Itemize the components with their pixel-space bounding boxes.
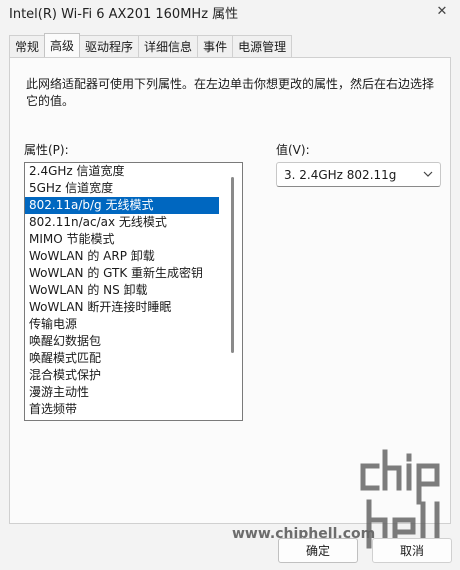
listbox-scrollbar[interactable] [231, 177, 234, 353]
chevron-down-icon [423, 171, 433, 177]
property-list-item[interactable]: WoWLAN 断开连接时睡眠 [25, 299, 219, 316]
property-list-item[interactable]: WoWLAN 的 GTK 重新生成密钥 [25, 265, 219, 282]
property-list-item[interactable]: 唤醒模式匹配 [25, 350, 219, 367]
description-text: 此网络适配器可使用下列属性。在左边单击你想更改的属性，然后在右边选择它的值。 [26, 77, 435, 108]
property-list-item[interactable]: 唤醒幻数据包 [25, 333, 219, 350]
title-bar: Intel(R) Wi-Fi 6 AX201 160MHz 属性 ✕ [0, 0, 460, 28]
property-list-item[interactable]: MIMO 节能模式 [25, 231, 219, 248]
property-list-item[interactable]: 2.4GHz 信道宽度 [25, 163, 219, 180]
close-icon[interactable]: ✕ [424, 0, 460, 22]
tab-driver[interactable]: 驱动程序 [79, 35, 140, 57]
property-list-item[interactable]: 混合模式保护 [25, 367, 219, 384]
property-list-item[interactable]: 漫游主动性 [25, 384, 219, 401]
tab-general[interactable]: 常规 [9, 35, 46, 57]
property-list-item[interactable]: 首选频带 [25, 401, 219, 418]
window-title: Intel(R) Wi-Fi 6 AX201 160MHz 属性 [9, 7, 239, 22]
property-list-item[interactable]: 5GHz 信道宽度 [25, 180, 219, 197]
ok-button[interactable]: 确定 [278, 538, 358, 563]
property-listbox[interactable]: 2.4GHz 信道宽度 5GHz 信道宽度 802.11a/b/g 无线模式 8… [24, 162, 243, 421]
property-list-item[interactable]: WoWLAN 的 ARP 卸载 [25, 248, 219, 265]
tab-details[interactable]: 详细信息 [138, 35, 199, 57]
tab-power-management[interactable]: 电源管理 [232, 35, 293, 57]
property-list-item-selected[interactable]: 802.11a/b/g 无线模式 [25, 197, 219, 214]
tab-events[interactable]: 事件 [197, 35, 234, 57]
value-dropdown-text: 3. 2.4GHz 802.11g [284, 167, 397, 182]
value-label: 值(V): [276, 143, 310, 157]
cancel-button[interactable]: 取消 [372, 538, 452, 563]
property-list-item[interactable]: WoWLAN 的 NS 卸载 [25, 282, 219, 299]
value-dropdown[interactable]: 3. 2.4GHz 802.11g [276, 162, 441, 187]
tab-advanced[interactable]: 高级 [44, 33, 81, 57]
property-label: 属性(P): [24, 143, 69, 157]
property-list-item[interactable]: 传输电源 [25, 316, 219, 333]
tab-strip: 常规 高级 驱动程序 详细信息 事件 电源管理 [9, 33, 293, 57]
property-list-item[interactable]: 802.11n/ac/ax 无线模式 [25, 214, 219, 231]
